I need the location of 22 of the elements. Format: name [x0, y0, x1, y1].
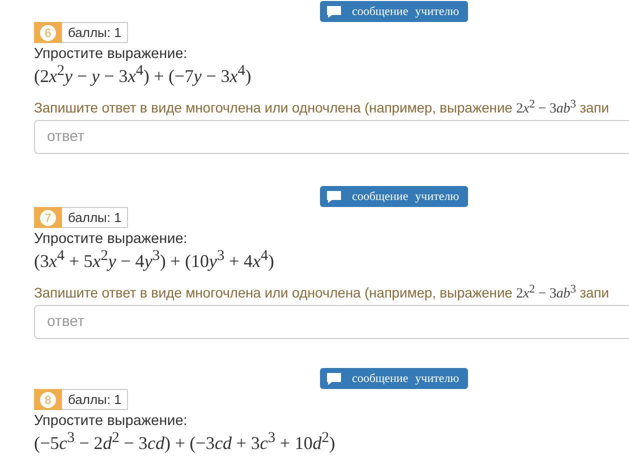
question-number-badge: 6 — [34, 22, 62, 43]
question-prompt: Упростите выражение: — [34, 413, 188, 429]
answer-instruction: Запишите ответ в виде многочлена или одночлена (например, выражение 2x$^{2}$ − 3ab$^{3}$ запи — [34, 97, 610, 118]
message-teacher-button[interactable]: сообщение учителю — [320, 368, 468, 389]
score-label: баллы: 1 — [62, 22, 128, 43]
question-number-badge: 7 — [34, 207, 62, 228]
question-prompt: Упростите выражение: — [34, 46, 188, 62]
question-number-badge: 8 — [34, 389, 62, 410]
speech-bubble-icon — [326, 190, 342, 204]
answer-input-field[interactable]: ответ — [34, 120, 629, 154]
math-expression: (3x$^{4}$ + 5x$^{2}$y − 4y$^{3}$) + (10y$^{3}$ + 4x$^{4}$) — [34, 248, 276, 272]
message-teacher-button[interactable]: сообщение учителю — [320, 1, 468, 22]
score-label: баллы: 1 — [62, 389, 128, 410]
answer-instruction: Запишите ответ в виде многочлена или одночлена (например, выражение 2x$^{2}$ − 3ab$^{3}$ запи — [34, 282, 610, 303]
math-expression: (−5c$^{3}$ − 2d$^{2}$ − 3cd) + (−3cd + 3c$^{3}$ + 10d$^{2}$) — [34, 430, 336, 454]
answer-input-field[interactable]: ответ — [34, 304, 629, 339]
math-expression: (2x$^{2}$y − y − 3x$^{4}$) + (−7y − 3x$^{4}$) — [34, 63, 252, 87]
score-label: баллы: 1 — [62, 207, 128, 228]
speech-bubble-icon — [326, 4, 342, 18]
message-teacher-button[interactable]: сообщение учителю — [320, 186, 468, 207]
speech-bubble-icon — [326, 372, 342, 386]
question-prompt: Упростите выражение: — [34, 231, 188, 247]
